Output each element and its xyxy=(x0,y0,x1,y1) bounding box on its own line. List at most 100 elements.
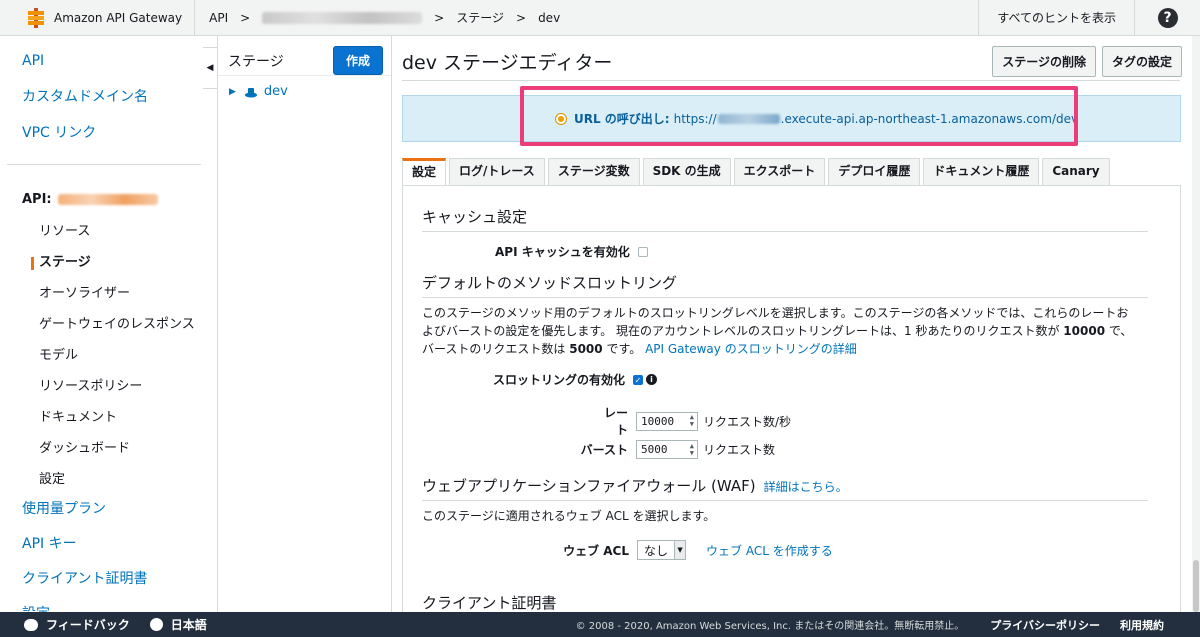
api-gateway-logo-icon xyxy=(28,7,44,28)
account-rate-limit: 10000 xyxy=(1063,324,1106,338)
nav-api-settings[interactable]: 設定 xyxy=(0,466,217,497)
nav-custom-domains[interactable]: カスタムドメイン名 xyxy=(22,86,217,122)
throttle-enable-checkbox[interactable]: ✓ xyxy=(633,374,644,385)
crumb-api-name-redacted[interactable] xyxy=(262,11,423,24)
nav-gateway-responses[interactable]: ゲートウェイのレスポンス xyxy=(0,311,217,342)
footer: フィードバック 日本語 © 2008 - 2020, Amazon Web Se… xyxy=(0,612,1200,637)
nav-current-api[interactable]: API: xyxy=(22,192,158,207)
burst-label: バースト xyxy=(580,443,628,457)
rate-row: レート 10000 ▲ ▼ リクエスト数/秒 xyxy=(593,404,791,438)
stepper-icon[interactable]: ▲ ▼ xyxy=(690,414,697,428)
breadcrumb: API > > ステージ > dev xyxy=(195,9,978,26)
rate-value: 10000 xyxy=(641,414,675,428)
url-highlight-box xyxy=(520,86,1078,146)
nav-resources[interactable]: リソース xyxy=(0,218,217,249)
throttle-desc-3c: です。 xyxy=(602,342,642,356)
create-stage-button[interactable]: 作成 xyxy=(332,46,383,75)
account-burst-limit: 5000 xyxy=(569,342,603,356)
nav-resource-policy[interactable]: リソースポリシー xyxy=(0,373,217,404)
stage-panel: ステージ 作成 ▶ dev xyxy=(218,36,392,612)
stage-tree-label[interactable]: dev xyxy=(264,84,288,99)
caret-right-icon[interactable]: ▶ xyxy=(229,87,236,97)
web-acl-label: ウェブ ACL xyxy=(563,543,629,558)
stage-editor: dev ステージエディター ステージの削除 タグの設定 URL の呼び出し: h… xyxy=(392,36,1200,612)
nav-documentation[interactable]: ドキュメント xyxy=(0,404,217,435)
throttling-docs-link[interactable]: API Gateway のスロットリングの詳細 xyxy=(645,342,857,356)
tab-deployment-history[interactable]: デプロイ履歴 xyxy=(828,158,921,185)
nav-client-certificates[interactable]: クライアント証明書 xyxy=(22,566,147,601)
web-acl-select[interactable]: なし ▼ xyxy=(637,540,687,560)
crumb-stage[interactable]: ステージ xyxy=(456,9,504,26)
rate-input[interactable]: 10000 ▲ ▼ xyxy=(636,411,698,431)
throttle-desc-2c: で、 xyxy=(1105,324,1133,338)
waf-docs-link[interactable]: 詳細はこちら。 xyxy=(764,478,848,495)
info-icon[interactable]: i xyxy=(646,374,658,385)
title-divider xyxy=(402,80,1180,81)
tab-canary[interactable]: Canary xyxy=(1042,158,1110,185)
stage-icon xyxy=(244,87,257,97)
feedback-button[interactable]: フィードバック xyxy=(24,616,130,633)
page-title: dev ステージエディター xyxy=(402,51,613,74)
chevron-down-icon: ▼ xyxy=(674,541,686,559)
terms-link[interactable]: 利用規約 xyxy=(1120,617,1164,633)
nav-models[interactable]: モデル xyxy=(0,342,217,373)
nav-settings[interactable]: 設定 xyxy=(22,601,147,612)
nav-stages[interactable]: ステージ xyxy=(0,249,217,280)
tag-settings-button[interactable]: タグの設定 xyxy=(1101,45,1182,77)
brand-name: Amazon API Gateway xyxy=(54,10,183,25)
speech-bubble-icon xyxy=(24,618,38,631)
nav-api[interactable]: API xyxy=(22,50,217,86)
burst-unit: リクエスト数 xyxy=(703,443,776,457)
delete-stage-button[interactable]: ステージの削除 xyxy=(992,45,1096,77)
stage-panel-title: ステージ xyxy=(228,53,284,70)
cache-enable-checkbox[interactable] xyxy=(637,246,648,257)
tab-documentation-history[interactable]: ドキュメント履歴 xyxy=(923,158,1040,185)
web-acl-value: なし xyxy=(644,543,669,558)
stage-tabs: 設定 ログ/トレース ステージ変数 SDK の生成 エクスポート デプロイ履歴 … xyxy=(402,158,1110,185)
waf-section-title: ウェブアプリケーションファイアウォール (WAF) 詳細はこちら。 xyxy=(422,475,848,496)
scrollbar-thumb[interactable] xyxy=(1193,560,1199,612)
nav-vpc-links[interactable]: VPC リンク xyxy=(22,122,217,158)
privacy-policy-link[interactable]: プライバシーポリシー xyxy=(990,617,1100,633)
brand[interactable]: Amazon API Gateway xyxy=(0,0,196,36)
waf-title: ウェブアプリケーションファイアウォール (WAF) xyxy=(422,477,756,495)
throttle-enable-row: スロットリングの有効化 ✓ i xyxy=(493,371,658,388)
tab-export[interactable]: エクスポート xyxy=(733,158,826,185)
help-icon: ? xyxy=(1157,7,1178,28)
throttle-desc-line-3: バーストのリクエスト数は 5000 です。 API Gateway のスロットリ… xyxy=(422,340,1152,358)
rate-unit: リクエスト数/秒 xyxy=(703,414,792,429)
nav-dashboard[interactable]: ダッシュボード xyxy=(0,435,217,466)
tab-sdk-generation[interactable]: SDK の生成 xyxy=(642,158,731,185)
throttle-desc-2a: よびバーストの設定を優先します。 現在のアカウントレベルのスロットリングレートは… xyxy=(422,324,1064,338)
tab-stage-variables[interactable]: ステージ変数 xyxy=(547,158,640,185)
throttle-desc-line-2: よびバーストの設定を優先します。 現在のアカウントレベルのスロットリングレートは… xyxy=(422,322,1152,340)
burst-input[interactable]: 5000 ▲ ▼ xyxy=(636,440,698,459)
nav-authorizers[interactable]: オーソライザー xyxy=(0,280,217,311)
create-web-acl-link[interactable]: ウェブ ACL を作成する xyxy=(706,542,833,559)
copyright: © 2008 - 2020, Amazon Web Services, Inc.… xyxy=(575,621,965,632)
help-button[interactable]: ? xyxy=(1134,0,1200,36)
show-hints-link[interactable]: すべてのヒントを表示 xyxy=(978,0,1134,36)
nav-api-keys[interactable]: API キー xyxy=(22,531,147,566)
nav-usage-plans[interactable]: 使用量プラン xyxy=(22,496,147,531)
rate-label: レート xyxy=(603,406,628,437)
crumb-separator: > xyxy=(434,10,445,25)
tab-settings[interactable]: 設定 xyxy=(402,158,447,185)
throttle-description: このステージのメソッド用のデフォルトのスロットリングレベルを選択します。このステ… xyxy=(422,304,1152,358)
stage-tree-item[interactable]: ▶ dev xyxy=(218,76,391,99)
page-scrollbar[interactable] xyxy=(1192,36,1200,612)
cache-enable-label: API キャッシュを有効化 xyxy=(495,245,630,259)
language-label: 日本語 xyxy=(170,618,207,632)
language-selector[interactable]: 日本語 xyxy=(149,616,207,633)
settings-panel: キャッシュ設定 API キャッシュを有効化 デフォルトのメソッドスロットリング … xyxy=(402,185,1181,612)
crumb-api[interactable]: API xyxy=(209,11,228,25)
burst-row: バースト 5000 ▲ ▼ リクエスト数 xyxy=(577,440,775,459)
tab-logs-tracing[interactable]: ログ/トレース xyxy=(449,158,545,185)
throttle-desc-line-1: このステージのメソッド用のデフォルトのスロットリングレベルを選択します。このステ… xyxy=(422,306,1129,320)
burst-value: 5000 xyxy=(641,443,668,456)
crumb-separator: > xyxy=(240,10,251,25)
feedback-label: フィードバック xyxy=(46,618,130,632)
cache-section-title: キャッシュ設定 xyxy=(422,208,528,226)
stepper-icon[interactable]: ▲ ▼ xyxy=(690,442,697,457)
collapse-nav-button[interactable]: ◀ xyxy=(203,47,218,89)
